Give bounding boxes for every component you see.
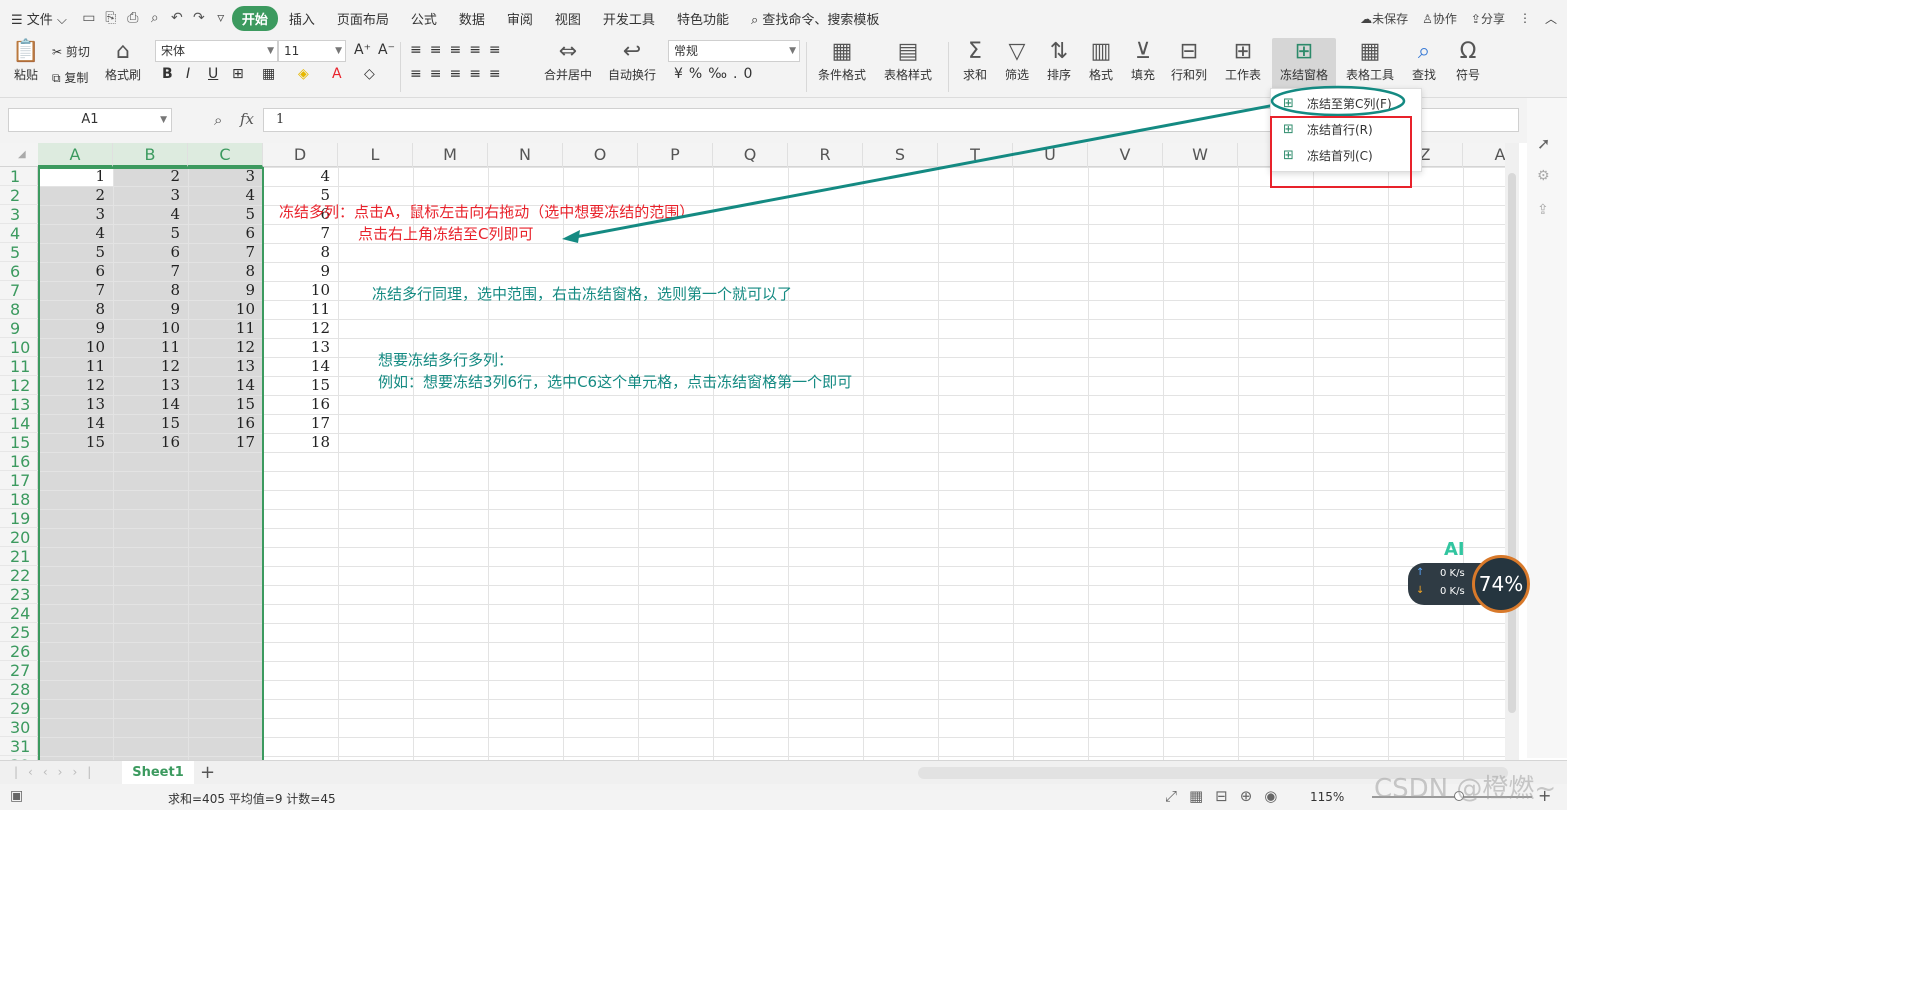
ai-badge[interactable]: AI [1444,539,1465,560]
sheet-nav-icons[interactable]: |‹‹››| [14,765,101,779]
annotation-red-box [1270,116,1412,188]
macro-icon[interactable]: ▣ [10,788,23,804]
settings-icon[interactable]: ⚙ [1537,168,1550,184]
annotation-highlight-layer [1270,85,1412,188]
arrow-head-icon [562,230,580,243]
sheet-tab-bar: |‹‹››| Sheet1 + [0,760,1567,785]
selection-summary: 求和=405 平均值=9 计数=45 [168,792,336,806]
upload-speed: 0 K/s [1440,568,1465,579]
blank-area-bottom [0,810,1567,993]
add-sheet-button[interactable]: + [200,762,215,783]
status-bar: ▣ 求和=405 平均值=9 计数=45 ⤢▦⊟⊕◉ 115% + [0,784,1567,810]
download-speed: 0 K/s [1440,586,1465,597]
download-arrow-icon: ↓ [1416,585,1425,596]
watermark: CSDN @橙燃~ [1374,774,1557,804]
annotation-arrow [574,103,1276,239]
annotation-ellipse [1270,85,1406,117]
scrollbar-thumb[interactable] [1508,173,1516,713]
sheet-tab-sheet1[interactable]: Sheet1 [122,761,194,785]
cpu-gauge[interactable]: 74% [1472,555,1530,613]
network-speed-widget: ↑ 0 K/s ↓ 0 K/s 74% AI [1408,539,1530,613]
cursor-icon[interactable]: ➚ [1537,134,1550,153]
vertical-scrollbar[interactable] [1505,143,1519,760]
upload-arrow-icon: ↑ [1416,567,1425,578]
view-mode-icons[interactable]: ⤢▦⊟⊕◉ [1165,787,1289,805]
wps-spreadsheet-window: ☰ 文件 ⌵ ▭ ⎘ ⎙ ⌕ ↶ ↷ ▿ 开始 插入 页面布局 公式 数据 审阅… [0,0,1567,810]
side-panel: ➚ ⚙ ⇪ [1527,98,1567,758]
blank-area-right [1567,0,1920,993]
share-panel-icon[interactable]: ⇪ [1537,202,1549,218]
zoom-level[interactable]: 115% [1310,790,1344,804]
